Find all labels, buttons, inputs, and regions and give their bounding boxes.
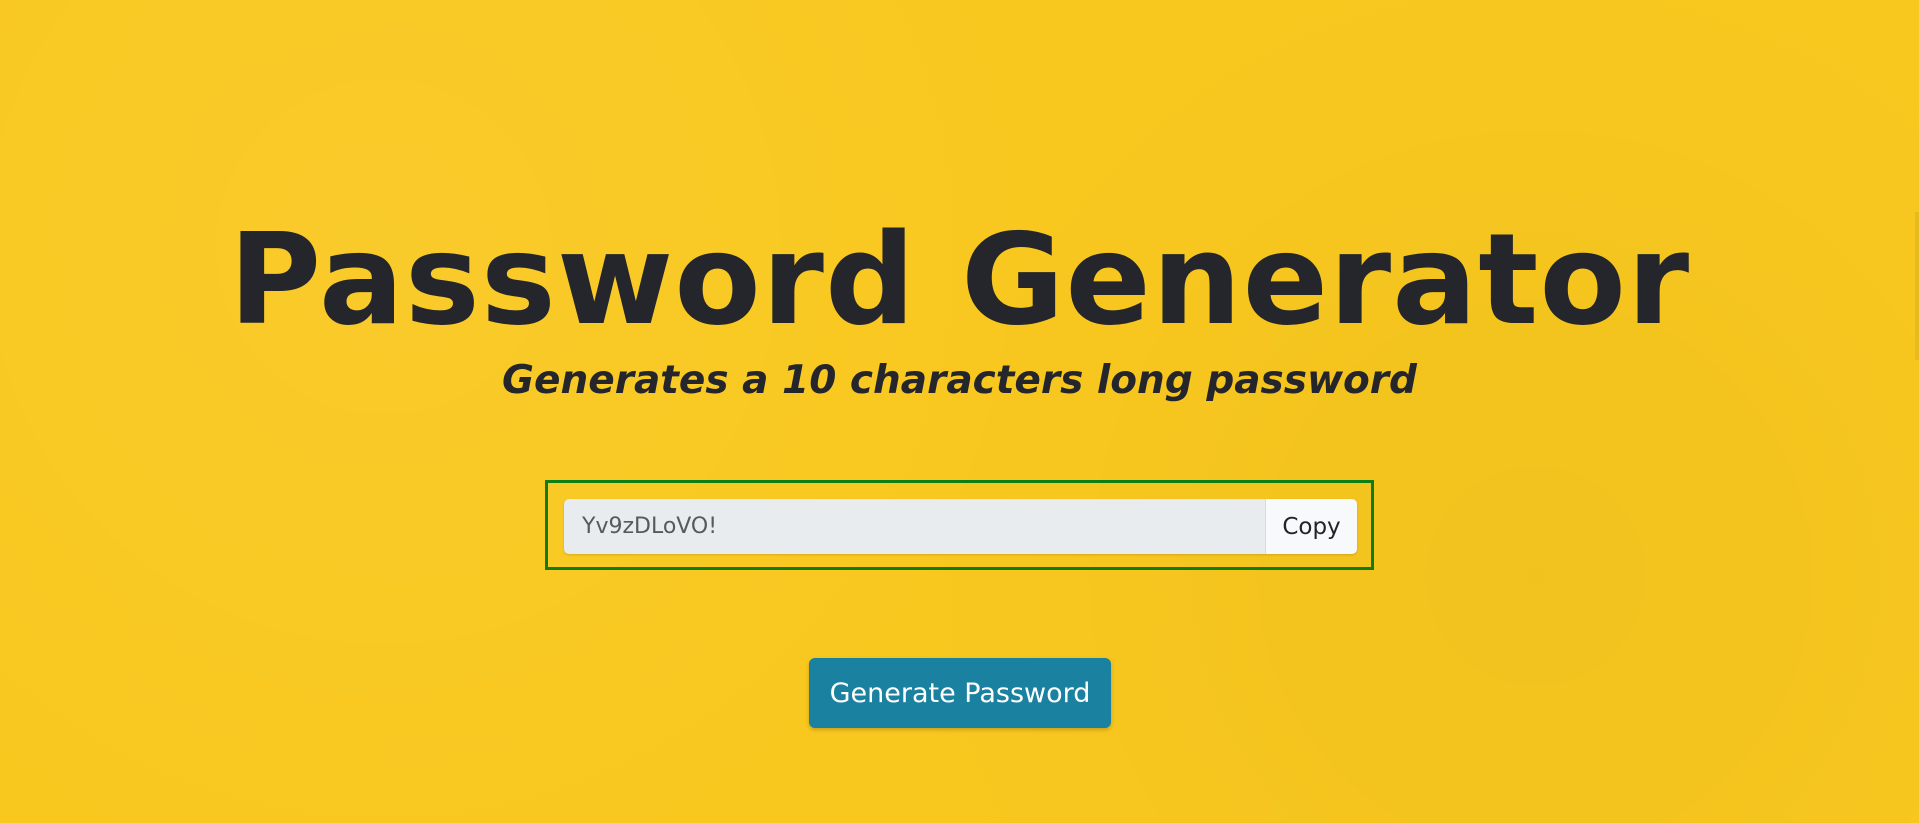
page-subtitle: Generates a 10 characters long password [502,358,1417,403]
page-title: Password Generator [228,206,1691,353]
page: Password Generator Generates a 10 charac… [0,0,1919,823]
password-field[interactable] [564,499,1265,554]
copy-button[interactable]: Copy [1265,499,1357,554]
generate-password-button[interactable]: Generate Password [809,658,1111,728]
password-input-group: Copy [564,499,1357,554]
